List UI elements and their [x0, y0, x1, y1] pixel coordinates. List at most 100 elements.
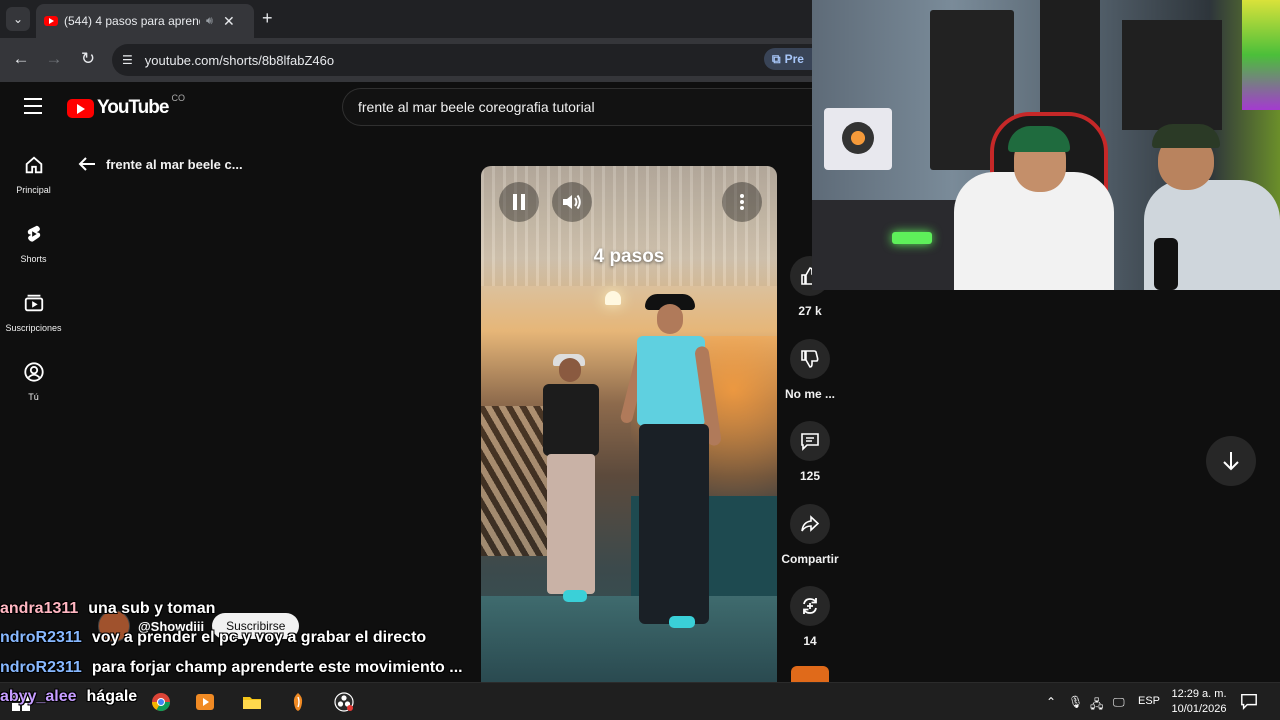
sidebar-label: Principal	[16, 185, 51, 195]
chat-message: ndroR2311 para forjar champ aprenderte es…	[0, 659, 463, 677]
home-icon	[25, 156, 42, 174]
webcam-overlay	[812, 0, 1280, 290]
audio-thumbnail[interactable]	[791, 666, 829, 682]
youtube-wordmark: YouTube	[97, 97, 169, 118]
arrow-down-icon	[1223, 452, 1239, 471]
chat-username: andra1311	[0, 600, 79, 617]
share-button[interactable]: Compartir	[778, 504, 842, 566]
notifications-icon[interactable]	[1240, 692, 1258, 710]
sidebar-label: Shorts	[20, 254, 47, 264]
sidebar-label: Tú	[28, 392, 39, 402]
youtube-favicon-icon	[44, 16, 58, 26]
back-to-search-row[interactable]: frente al mar beele c...	[78, 156, 243, 172]
volume-button[interactable]	[552, 182, 592, 222]
back-arrow-icon	[78, 157, 95, 171]
new-tab-button[interactable]: +	[262, 8, 273, 29]
remix-count: 14	[803, 634, 817, 648]
comments-count: 125	[799, 469, 821, 483]
clock-date: 10/01/2026	[1171, 703, 1227, 715]
dancer-right	[619, 294, 722, 636]
sidebar-item-shorts[interactable]: Shorts	[0, 223, 67, 264]
share-label: Compartir	[781, 552, 839, 566]
video-lamp	[605, 291, 621, 305]
sidebar-item-principal[interactable]: Principal	[0, 154, 67, 195]
chat-username: abyy_alee	[0, 688, 77, 705]
thumbs-down-icon	[801, 350, 819, 368]
youtube-logo[interactable]: YouTube CO	[67, 93, 185, 119]
present-button[interactable]: ⧉ Pre	[764, 48, 812, 70]
site-settings-icon[interactable]: ☰	[122, 53, 133, 67]
browser-tab[interactable]: (544) 4 pasos para aprender 🔊︎ ✕	[36, 4, 254, 38]
tab-close-icon[interactable]: ✕	[223, 13, 235, 30]
tab-search-button[interactable]: ⌄	[6, 7, 30, 31]
chrome-icon[interactable]	[150, 692, 172, 712]
volume-icon	[563, 194, 581, 210]
chat-text: voy a prender el pc y voy a grabar el di…	[91, 629, 427, 646]
sidebar-item-suscripciones[interactable]: Suscripciones	[0, 292, 67, 333]
chat-message: ndroR2311 voy a prender el pc y voy a gra…	[0, 629, 426, 647]
file-explorer-icon[interactable]	[241, 692, 263, 712]
network-icon[interactable]: 🖧︎	[1090, 695, 1103, 716]
you-icon	[23, 362, 44, 382]
pause-icon	[513, 194, 525, 210]
microphone	[1154, 238, 1178, 290]
neon-light	[1242, 0, 1280, 110]
acoustic-panel	[1122, 20, 1222, 130]
address-url: youtube.com/shorts/8b8lfabZ46o	[144, 52, 335, 68]
chat-text: una sub y toman	[88, 600, 216, 617]
search-input[interactable]: frente al mar beele coreografia tutorial	[342, 88, 812, 126]
chevron-up-icon[interactable]: ⌃	[1046, 695, 1056, 709]
comments-button[interactable]: 125	[778, 421, 842, 483]
more-options-button[interactable]	[722, 182, 762, 222]
browser-tab-strip: ⌄ (544) 4 pasos para aprender 🔊︎ ✕ +	[0, 0, 812, 38]
sidebar-item-tu[interactable]: Tú	[0, 361, 67, 402]
tab-audio-icon[interactable]: 🔊︎	[206, 15, 213, 28]
display-icon[interactable]: 🖵︎	[1113, 695, 1125, 710]
dancer-left	[537, 354, 607, 608]
like-count: 27 k	[798, 304, 822, 318]
address-bar[interactable]: ☰ youtube.com/shorts/8b8lfabZ46o	[112, 44, 812, 76]
youtube-play-icon	[67, 98, 94, 118]
media-player-icon[interactable]	[194, 692, 216, 712]
forward-arrow-icon[interactable]: →	[43, 49, 65, 69]
chat-username: ndroR2311	[0, 659, 82, 676]
chevron-down-icon: ⌄	[12, 12, 24, 26]
language-indicator[interactable]: ESP	[1138, 695, 1160, 707]
shorts-video-player[interactable]: 4 pasos	[481, 166, 777, 682]
windows-taskbar: ⌃ 🎙︎ 🖧︎ 🖵︎ ESP 12:29 a. m. 10/01/2026	[0, 682, 1280, 720]
fl-studio-icon[interactable]	[287, 692, 309, 712]
chat-text: para forjar champ aprenderte este movimi…	[91, 659, 463, 676]
microphone-icon[interactable]: 🎙︎	[1068, 695, 1083, 709]
chat-message: andra1311 una sub y toman	[0, 600, 215, 618]
browser-toolbar: ← → ↻ ☰ youtube.com/shorts/8b8lfabZ46o ⧉…	[0, 38, 812, 82]
chat-username: ndroR2311	[0, 629, 82, 646]
back-row-label: frente al mar beele c...	[106, 156, 243, 172]
country-code: CO	[171, 93, 185, 103]
comment-icon	[801, 433, 819, 451]
chat-message: abyy_alee hágale	[0, 688, 137, 706]
remix-icon	[803, 598, 817, 614]
next-video-button[interactable]	[1206, 436, 1256, 486]
shorts-icon	[27, 225, 40, 242]
cast-icon: ⧉	[772, 51, 781, 66]
video-floor	[481, 596, 777, 682]
present-label: Pre	[784, 52, 804, 66]
subscriptions-icon	[24, 294, 43, 312]
studio-speaker	[824, 108, 892, 170]
more-vertical-icon	[740, 194, 744, 210]
video-overlay-text: 4 pasos	[593, 246, 665, 267]
hamburger-menu-icon[interactable]	[24, 98, 42, 114]
pause-button[interactable]	[499, 182, 539, 222]
streamer-left-cap	[1008, 126, 1070, 152]
reload-icon[interactable]: ↻	[77, 49, 99, 69]
streamer-right-cap	[1152, 124, 1220, 148]
tab-title: (544) 4 pasos para aprender	[64, 14, 200, 28]
remix-button[interactable]: 14	[778, 586, 842, 648]
dislike-button[interactable]: No me ...	[778, 339, 842, 401]
dislike-label: No me ...	[784, 387, 835, 401]
obs-icon[interactable]	[333, 692, 355, 712]
chat-text: hágale	[86, 688, 138, 705]
back-arrow-icon[interactable]: ←	[10, 49, 32, 69]
clock-time: 12:29 a. m.	[1171, 688, 1227, 700]
clock[interactable]: 12:29 a. m. 10/01/2026	[1168, 687, 1230, 717]
